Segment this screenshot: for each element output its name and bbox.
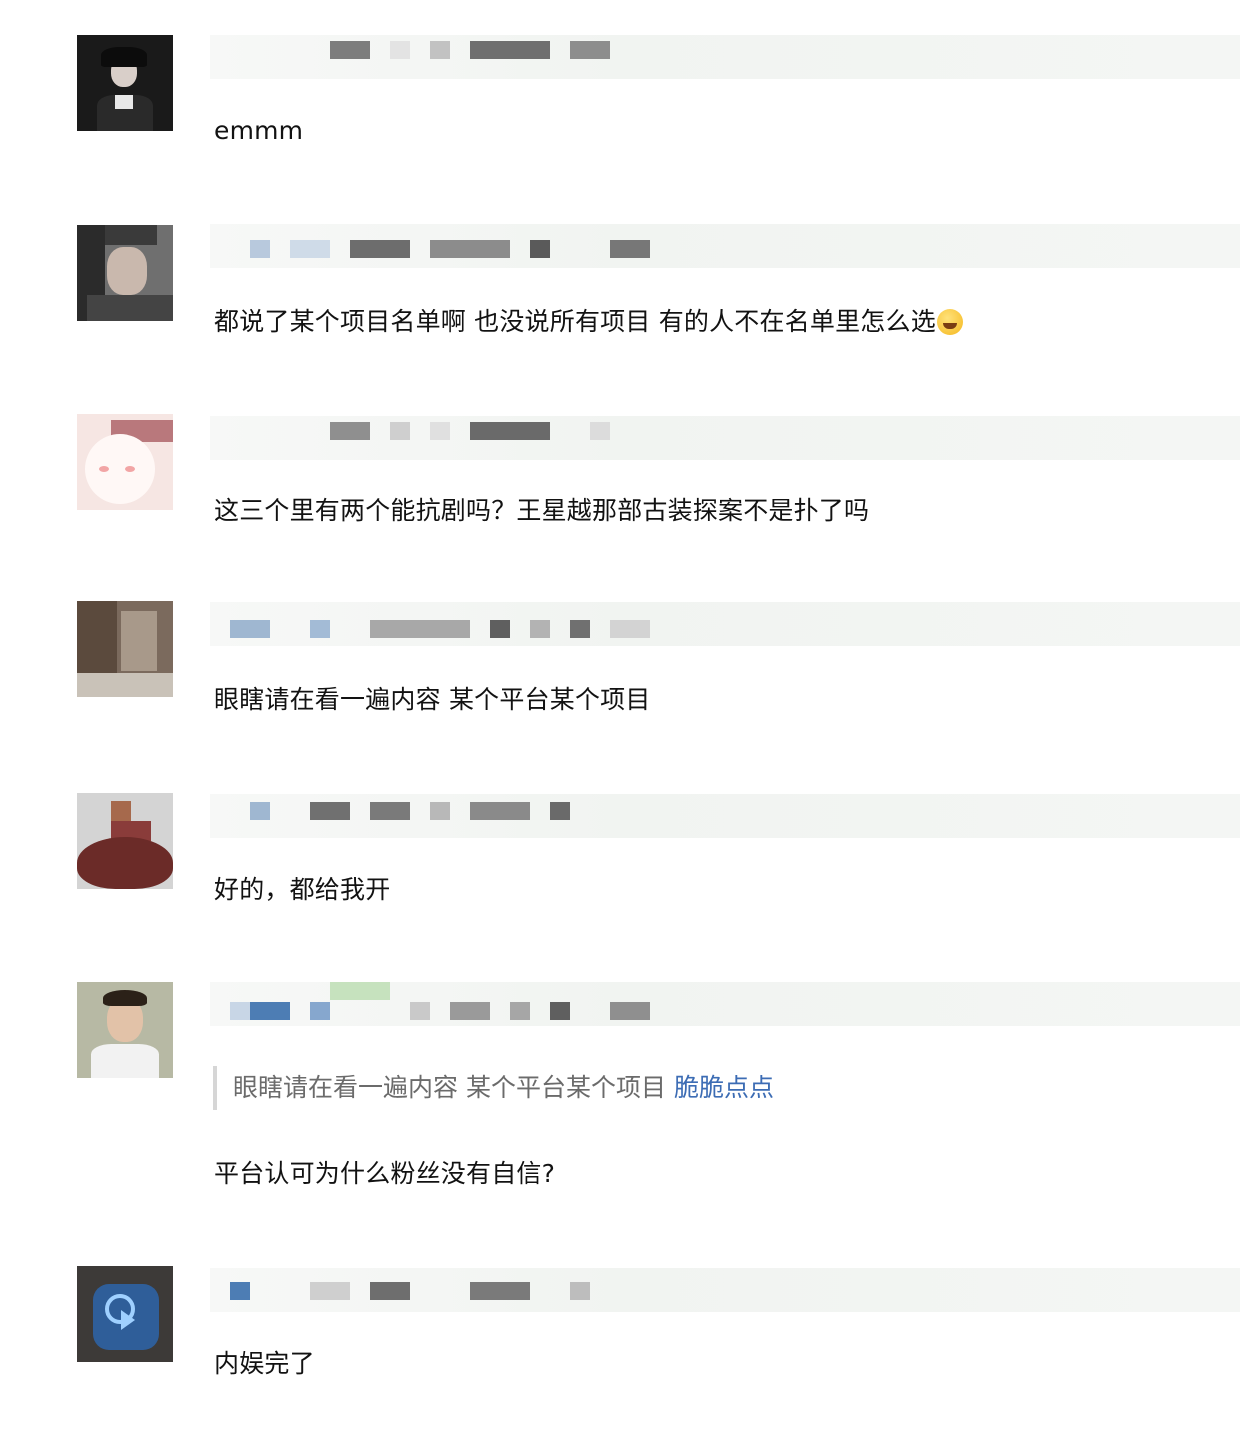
- avatar-body: [91, 1044, 159, 1078]
- quoted-author-link[interactable]: 脆脆点点: [674, 1073, 774, 1102]
- avatar-mosaic: [97, 225, 157, 245]
- avatar[interactable]: [77, 793, 173, 889]
- comment-text: 这三个里有两个能抗剧吗？王星越那部古装探案不是扑了吗: [214, 496, 870, 525]
- avatar-window: [121, 611, 157, 671]
- avatar-leaf: [77, 837, 173, 889]
- cursor-arrow: [121, 1310, 135, 1330]
- username-meta-blurred: [210, 794, 1240, 838]
- avatar[interactable]: [77, 601, 173, 697]
- avatar-cheek: [125, 466, 135, 472]
- username-meta-blurred: [210, 35, 1240, 79]
- comment-text-body: 都说了某个项目名单啊 也没说所有项目 有的人不在名单里怎么选: [214, 307, 936, 336]
- username-meta-blurred: [210, 982, 1240, 1026]
- avatar-mosaic: [111, 801, 131, 821]
- username-meta-blurred: [210, 224, 1240, 268]
- avatar[interactable]: [77, 35, 173, 131]
- quoted-text: 眼瞎请在看一遍内容 某个平台某个项目: [233, 1073, 666, 1102]
- username-meta-blurred: [210, 416, 1240, 460]
- username-meta-blurred: [210, 1268, 1240, 1312]
- laughing-tears-emoji-icon: [936, 309, 963, 335]
- avatar-body: [87, 295, 173, 321]
- avatar-cheek: [99, 466, 109, 472]
- comment-text: 内娱完了: [214, 1349, 315, 1378]
- avatar[interactable]: [77, 414, 173, 510]
- avatar[interactable]: [77, 982, 173, 1078]
- avatar-floor: [77, 673, 173, 697]
- comment-text: 眼瞎请在看一遍内容 某个平台某个项目: [214, 685, 651, 714]
- comment-text: 平台认可为什么粉丝没有自信?: [214, 1159, 556, 1188]
- comment-text: 好的，都给我开: [214, 875, 391, 904]
- avatar-hair: [103, 990, 147, 1006]
- avatar-collar: [115, 95, 133, 109]
- avatar-hair: [101, 47, 147, 67]
- avatar[interactable]: [77, 225, 173, 321]
- comment-text: emmm: [214, 116, 304, 145]
- avatar-face: [107, 247, 147, 295]
- username-meta-blurred: [210, 602, 1240, 646]
- avatar-character: [85, 434, 155, 504]
- avatar[interactable]: [77, 1266, 173, 1362]
- comment-text: 都说了某个项目名单啊 也没说所有项目 有的人不在名单里怎么选: [214, 305, 963, 339]
- quoted-comment: 眼瞎请在看一遍内容 某个平台某个项目 脆脆点点: [213, 1066, 774, 1110]
